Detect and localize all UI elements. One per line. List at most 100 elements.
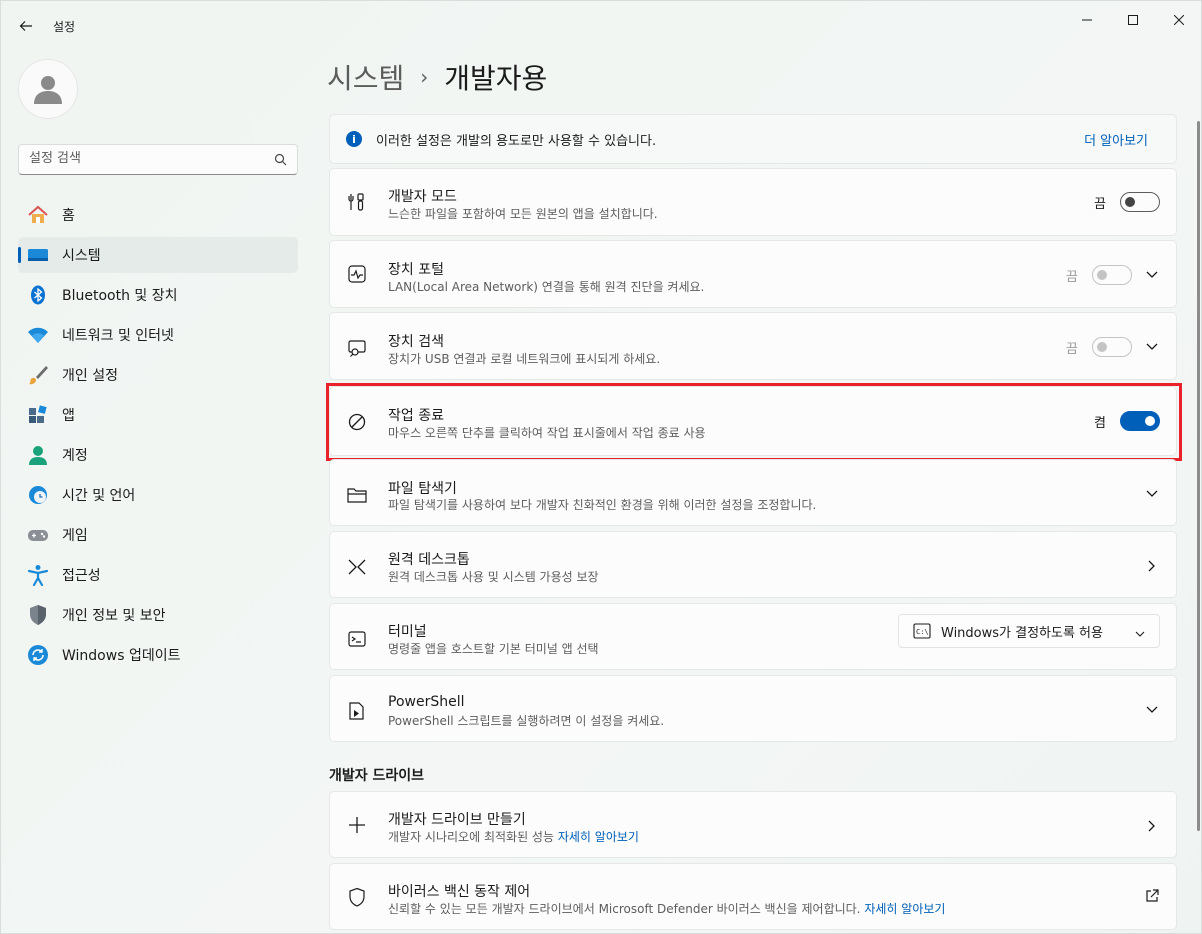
setting-description: 명령줄 앱을 호스트할 기본 터미널 앱 선택: [388, 642, 599, 656]
sidebar-item-privacy-security[interactable]: 개인 정보 및 보안: [18, 597, 298, 633]
scrollbar[interactable]: [1197, 121, 1200, 831]
home-icon: [27, 204, 49, 226]
system-icon: [27, 244, 49, 266]
setting-title: 바이러스 백신 동작 제어: [388, 884, 531, 900]
accessibility-icon: [27, 564, 49, 586]
sidebar-item-label: 시스템: [62, 248, 101, 264]
sidebar-item-label: 게임: [62, 528, 88, 544]
remote-desktop-card[interactable]: 원격 데스크톱 원격 데스크톱 사용 및 시스템 가용성 보장: [329, 531, 1177, 598]
sidebar-item-home[interactable]: 홈: [18, 197, 298, 233]
sidebar-item-network[interactable]: 네트워크 및 인터넷: [18, 317, 298, 353]
device-portal-card[interactable]: 장치 포털 LAN(Local Area Network) 연결을 통해 원격 …: [329, 240, 1177, 308]
open-external-icon[interactable]: [1144, 888, 1160, 904]
end-task-toggle[interactable]: [1120, 411, 1160, 431]
wifi-icon: [27, 324, 49, 346]
back-button[interactable]: [13, 13, 39, 39]
sidebar-item-time-language[interactable]: 시간 및 언어: [18, 477, 298, 513]
sidebar-item-bluetooth[interactable]: Bluetooth 및 장치: [18, 277, 298, 313]
title-bar: 설정: [1, 1, 1201, 49]
minimize-button[interactable]: [1065, 7, 1109, 33]
file-explorer-card[interactable]: 파일 탐색기 파일 탐색기를 사용하여 보다 개발자 친화적인 환경을 위해 이…: [329, 459, 1177, 526]
svg-text:C:\: C:\: [916, 628, 929, 636]
sidebar-nav: 홈 시스템 Bluetooth 및 장치 네트워크 및 인터넷 개인 설정 앱 …: [18, 197, 298, 677]
search-input[interactable]: [29, 151, 269, 166]
terminal-card: 터미널 명령줄 앱을 호스트할 기본 터미널 앱 선택 C:\ Windows가…: [329, 603, 1177, 670]
chevron-down-icon[interactable]: [1144, 702, 1160, 718]
dropdown-selected-value: Windows가 결정하도록 허용: [941, 625, 1103, 641]
toggle-state-label: 켬: [1094, 415, 1106, 431]
chevron-down-icon[interactable]: [1144, 486, 1160, 502]
chevron-right-icon[interactable]: [1144, 558, 1160, 574]
toggle-knob: [1097, 270, 1107, 280]
apps-icon: [27, 404, 49, 426]
gamepad-icon: [27, 524, 49, 546]
sidebar-item-label: 계정: [62, 448, 88, 464]
device-discovery-toggle[interactable]: [1092, 337, 1132, 357]
sidebar-item-system[interactable]: 시스템: [18, 237, 298, 273]
setting-title: 파일 탐색기: [388, 481, 457, 497]
learn-more-link[interactable]: 자세히 알아보기: [558, 830, 639, 844]
powershell-script-icon: [346, 700, 368, 722]
device-portal-toggle[interactable]: [1092, 265, 1132, 285]
avatar[interactable]: [18, 59, 78, 119]
sidebar-item-label: 홈: [62, 208, 75, 224]
add-icon: [346, 814, 368, 836]
chevron-right-icon[interactable]: [1144, 818, 1160, 834]
search-icon[interactable]: [274, 153, 287, 166]
selection-indicator: [18, 247, 21, 263]
setting-title: PowerShell: [388, 694, 465, 710]
folder-icon: [346, 484, 368, 506]
developer-tools-icon: [346, 191, 368, 213]
description-text: 개발자 시나리오에 최적화된 성능: [388, 830, 555, 844]
maximize-icon: [1128, 15, 1138, 25]
device-discovery-card[interactable]: 장치 검색 장치가 USB 연결과 로컬 네트워크에 표시되게 하세요. 끔: [329, 312, 1177, 380]
setting-title: 터미널: [388, 624, 427, 640]
setting-description: 개발자 시나리오에 최적화된 성능 자세히 알아보기: [388, 828, 639, 845]
setting-title: 개발자 모드: [388, 189, 457, 205]
toggle-state-label: 끔: [1094, 196, 1106, 212]
setting-title: 작업 종료: [388, 408, 444, 424]
settings-search-box[interactable]: [18, 144, 298, 175]
toggle-knob: [1125, 197, 1135, 207]
sidebar-item-label: 앱: [62, 408, 75, 424]
sidebar-item-gaming[interactable]: 게임: [18, 517, 298, 553]
toggle-state-label: 끔: [1066, 341, 1078, 357]
update-icon: [27, 644, 49, 666]
block-icon: [346, 411, 368, 433]
sidebar-item-label: Bluetooth 및 장치: [62, 288, 178, 304]
maximize-button[interactable]: [1111, 7, 1155, 33]
sidebar-item-accounts[interactable]: 계정: [18, 437, 298, 473]
antivirus-behavior-card[interactable]: 바이러스 백신 동작 제어 신뢰할 수 있는 모든 개발자 드라이브에서 Mic…: [329, 863, 1177, 930]
sidebar-item-windows-update[interactable]: Windows 업데이트: [18, 637, 298, 673]
sidebar-item-label: 네트워크 및 인터넷: [62, 328, 174, 344]
setting-description: 느슨한 파일을 포함하여 모든 원본의 앱을 설치합니다.: [388, 207, 658, 221]
sidebar-item-label: 개인 정보 및 보안: [62, 608, 166, 624]
device-discovery-icon: [346, 337, 368, 359]
chevron-down-icon[interactable]: [1144, 267, 1160, 283]
sidebar-item-label: Windows 업데이트: [62, 648, 181, 664]
learn-more-link[interactable]: 더 알아보기: [1084, 130, 1148, 149]
learn-more-link[interactable]: 자세히 알아보기: [864, 902, 945, 916]
back-arrow-icon: [19, 21, 32, 31]
close-button[interactable]: [1157, 7, 1201, 33]
developer-mode-toggle-group: 끔: [1094, 192, 1160, 212]
developer-mode-toggle[interactable]: [1120, 192, 1160, 212]
create-dev-drive-card[interactable]: 개발자 드라이브 만들기 개발자 시나리오에 최적화된 성능 자세히 알아보기: [329, 791, 1177, 858]
remote-desktop-icon: [346, 556, 368, 578]
setting-description: LAN(Local Area Network) 연결을 통해 원격 진단을 켜세…: [388, 280, 705, 294]
toggle-state-label: 끔: [1066, 269, 1078, 285]
setting-title: 장치 포털: [388, 262, 444, 278]
powershell-card[interactable]: PowerShell PowerShell 스크립트를 실행하려면 이 설정을 …: [329, 675, 1177, 742]
settings-window: 설정 홈 시스템: [0, 0, 1202, 934]
default-terminal-dropdown[interactable]: C:\ Windows가 결정하도록 허용: [898, 614, 1160, 648]
shield-outline-icon: [346, 886, 368, 908]
sidebar-item-accessibility[interactable]: 접근성: [18, 557, 298, 593]
sidebar-item-apps[interactable]: 앱: [18, 397, 298, 433]
breadcrumb-parent[interactable]: 시스템: [327, 57, 404, 97]
chevron-down-icon[interactable]: [1144, 339, 1160, 355]
end-task-toggle-group: 켬: [1094, 411, 1160, 431]
setting-title: 개발자 드라이브 만들기: [388, 812, 526, 828]
app-title: 설정: [53, 20, 76, 34]
page-title: 개발자용: [444, 62, 548, 95]
sidebar-item-personalization[interactable]: 개인 설정: [18, 357, 298, 393]
